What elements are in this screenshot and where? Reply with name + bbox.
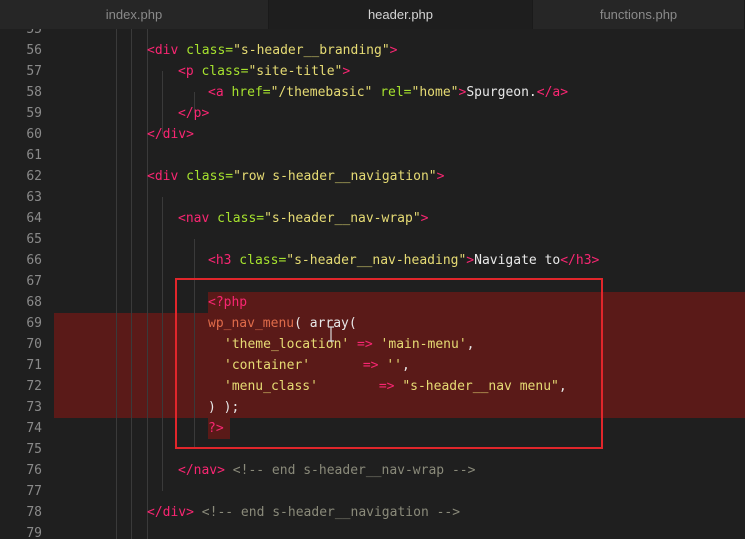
line-number: 72 [26,379,42,394]
code-line-58: <a href="/themebasic" rel="home">Spurgeo… [208,85,569,100]
selection-highlight-box [175,278,603,449]
line-number: 57 [26,64,42,79]
line-number: 68 [26,295,42,310]
code-line-60: </div> [147,127,194,142]
code-line-62: <div class="row s-header__navigation"> [147,169,445,184]
line-number: 59 [26,106,42,121]
indent-guide [147,29,148,539]
indent-guide [131,29,132,539]
line-number: 55 [26,29,42,37]
indent-guide [116,29,117,539]
code-editor[interactable]: 55 56 57 58 59 60 61 62 63 64 65 66 67 68 69 70 71 72 73 74… [0,29,745,539]
tab-functions-php[interactable]: functions.php [533,0,745,29]
line-number: 60 [26,127,42,142]
line-number: 70 [26,337,42,352]
text-cursor-icon [328,326,334,342]
code-line-57: <p class="site-title"> [178,64,351,79]
line-number: 76 [26,463,42,478]
line-number: 75 [26,442,42,457]
line-number: 78 [26,505,42,520]
indent-guide [162,197,163,491]
line-number: 69 [26,316,42,331]
tab-index-php[interactable]: index.php [0,0,269,29]
tab-header-php[interactable]: header.php [269,0,533,29]
code-line-56: <div class="s-header__branding"> [147,43,398,58]
line-number: 56 [26,43,42,58]
code-line-76: </nav> <!-- end s-header__nav-wrap --> [178,463,476,478]
line-number: 77 [26,484,42,499]
line-number: 71 [26,358,42,373]
line-number: 61 [26,148,42,163]
line-number: 62 [26,169,42,184]
code-line-59: </p> [178,106,210,121]
line-number: 79 [26,526,42,539]
line-number: 65 [26,232,42,247]
line-number: 58 [26,85,42,100]
line-number: 74 [26,421,42,436]
line-number: 73 [26,400,42,415]
line-number: 63 [26,190,42,205]
code-line-78: </div> <!-- end s-header__navigation --> [147,505,461,520]
line-number: 66 [26,253,42,268]
line-number: 67 [26,274,42,289]
line-number: 64 [26,211,42,226]
code-line-66: <h3 class="s-header__nav-heading">Naviga… [208,253,600,268]
tab-bar: index.php header.php functions.php [0,0,745,29]
code-line-64: <nav class="s-header__nav-wrap"> [178,211,429,226]
